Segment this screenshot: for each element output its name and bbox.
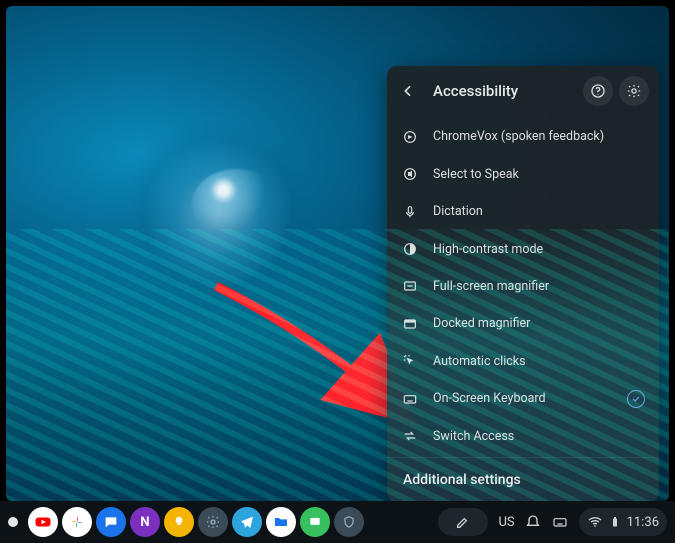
item-label: Automatic clicks — [433, 354, 526, 369]
status-pill[interactable]: 11:36 — [579, 508, 667, 536]
item-label: Switch Access — [433, 429, 514, 444]
item-label: High-contrast mode — [433, 242, 543, 257]
onenote-icon: N — [140, 515, 149, 530]
keyboard-icon — [401, 390, 419, 408]
item-label: Docked magnifier — [433, 316, 530, 331]
stylus-icon — [453, 514, 473, 530]
shield-icon — [342, 515, 356, 529]
item-label: Dictation — [433, 204, 483, 219]
item-automatic-clicks[interactable]: Automatic clicks — [387, 343, 659, 380]
microphone-icon — [401, 203, 419, 221]
keyboard-tray-icon[interactable] — [551, 514, 569, 530]
app-green[interactable] — [300, 507, 330, 537]
wallpaper-highlight — [192, 169, 282, 239]
cursor-click-icon — [401, 352, 419, 370]
system-tray: US 11:36 — [438, 508, 667, 536]
panel-title: Accessibility — [429, 82, 577, 100]
item-docked-magnifier[interactable]: Docked magnifier — [387, 305, 659, 342]
app-photos[interactable] — [62, 507, 92, 537]
help-button[interactable] — [583, 76, 613, 106]
item-switch-access[interactable]: Switch Access — [387, 418, 659, 455]
gear-icon — [626, 83, 642, 99]
item-chromevox[interactable]: ChromeVox (spoken feedback) — [387, 118, 659, 155]
app-files[interactable] — [266, 507, 296, 537]
item-label: ChromeVox (spoken feedback) — [433, 129, 604, 144]
launcher-button[interactable] — [8, 517, 18, 527]
item-label: On-Screen Keyboard — [433, 391, 546, 406]
app-telegram[interactable] — [232, 507, 262, 537]
fullscreen-magnifier-icon — [401, 277, 419, 295]
wifi-icon — [587, 514, 603, 530]
additional-settings[interactable]: Additional settings — [387, 457, 659, 501]
files-icon — [273, 514, 289, 530]
app-messages[interactable] — [96, 507, 126, 537]
chat-icon — [308, 515, 322, 529]
battery-icon — [609, 514, 621, 530]
clock: 11:36 — [627, 515, 659, 530]
photos-icon — [68, 513, 86, 531]
shelf: N US 11:36 — [0, 501, 675, 543]
tray-pen-pill[interactable] — [438, 508, 488, 536]
item-label: Full-screen magnifier — [433, 279, 549, 294]
app-onenote[interactable]: N — [130, 507, 160, 537]
keep-icon — [172, 515, 186, 529]
app-shield[interactable] — [334, 507, 364, 537]
item-select-to-speak[interactable]: Select to Speak — [387, 155, 659, 192]
accessibility-list: ChromeVox (spoken feedback) Select to Sp… — [387, 116, 659, 457]
select-to-speak-icon — [401, 165, 419, 183]
youtube-icon — [34, 513, 52, 531]
help-icon — [590, 83, 606, 99]
app-keep[interactable] — [164, 507, 194, 537]
item-on-screen-keyboard[interactable]: On-Screen Keyboard — [387, 380, 659, 417]
contrast-icon — [401, 240, 419, 258]
desktop-wallpaper: Accessibility ChromeVox (spoken feedback… — [6, 6, 669, 501]
item-high-contrast[interactable]: High-contrast mode — [387, 230, 659, 267]
docked-magnifier-icon — [401, 315, 419, 333]
accessibility-panel: Accessibility ChromeVox (spoken feedback… — [387, 66, 659, 501]
back-button[interactable] — [393, 76, 423, 106]
settings-app-icon — [205, 514, 221, 530]
annotation-arrow — [206, 276, 466, 456]
chromevox-icon — [401, 128, 419, 146]
check-icon — [627, 390, 645, 408]
app-settings[interactable] — [198, 507, 228, 537]
ime-indicator[interactable]: US — [498, 515, 514, 530]
app-youtube[interactable] — [28, 507, 58, 537]
chevron-left-icon — [400, 83, 416, 99]
panel-header: Accessibility — [387, 66, 659, 116]
switch-access-icon — [401, 427, 419, 445]
item-fullscreen-magnifier[interactable]: Full-screen magnifier — [387, 268, 659, 305]
item-label: Select to Speak — [433, 167, 519, 182]
notifications-icon[interactable] — [525, 514, 541, 530]
item-dictation[interactable]: Dictation — [387, 193, 659, 230]
settings-button[interactable] — [619, 76, 649, 106]
messages-icon — [103, 514, 119, 530]
telegram-icon — [239, 514, 255, 530]
